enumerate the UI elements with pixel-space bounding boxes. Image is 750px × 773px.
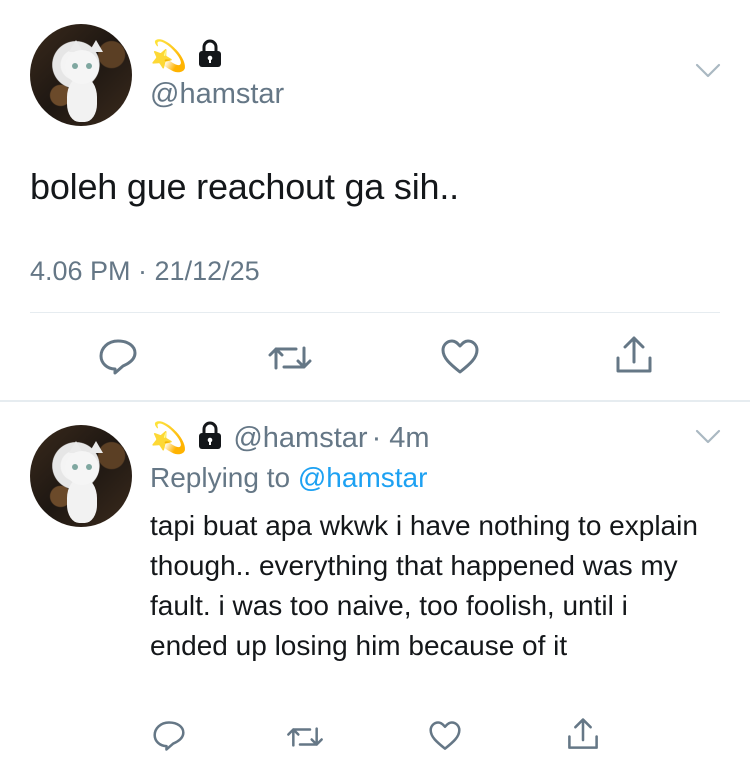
reply-text: tapi buat apa wkwk i have nothing to exp… [150, 510, 698, 661]
cat-eye [71, 463, 78, 470]
cat-ear [89, 40, 104, 53]
user-handle[interactable]: @hamstar [150, 78, 284, 111]
share-icon[interactable] [566, 716, 600, 757]
replying-prefix: Replying to [150, 462, 291, 493]
cat-head [64, 49, 100, 85]
user-handle[interactable]: @hamstar [233, 422, 367, 455]
reply-icon[interactable] [152, 720, 186, 757]
cat-eye [71, 62, 78, 69]
lock-icon [197, 421, 223, 456]
retweet-icon[interactable] [268, 340, 312, 381]
cat-eye [86, 62, 93, 69]
display-name[interactable]: 💫 [150, 36, 223, 76]
divider [30, 312, 720, 313]
retweet-icon[interactable] [286, 722, 324, 757]
heart-icon[interactable] [440, 338, 480, 381]
heart-icon[interactable] [428, 720, 462, 757]
cat-head [64, 450, 100, 486]
tweet-timestamp[interactable]: 4.06 PM · 21/12/25 [30, 256, 260, 287]
reply-header: 💫 @hamstar · 4m [150, 418, 430, 458]
replying-to: Replying to @hamstar [150, 462, 427, 494]
dizzy-emoji: 💫 [150, 38, 188, 74]
lock-icon [197, 39, 223, 74]
chevron-down-icon[interactable] [694, 62, 722, 85]
chevron-down-icon[interactable] [694, 428, 722, 451]
tweet-text: boleh gue reachout ga sih.. [30, 166, 459, 207]
cat-eye [86, 463, 93, 470]
reply-icon[interactable] [98, 338, 138, 381]
dizzy-emoji: 💫 [150, 420, 188, 456]
avatar[interactable] [30, 24, 132, 126]
share-icon[interactable] [614, 334, 654, 381]
cat-ear [89, 441, 104, 454]
section-separator [0, 400, 750, 402]
replying-handle-link[interactable]: @hamstar [298, 462, 428, 493]
avatar[interactable] [30, 425, 132, 527]
time-ago[interactable]: · 4m [372, 422, 430, 455]
